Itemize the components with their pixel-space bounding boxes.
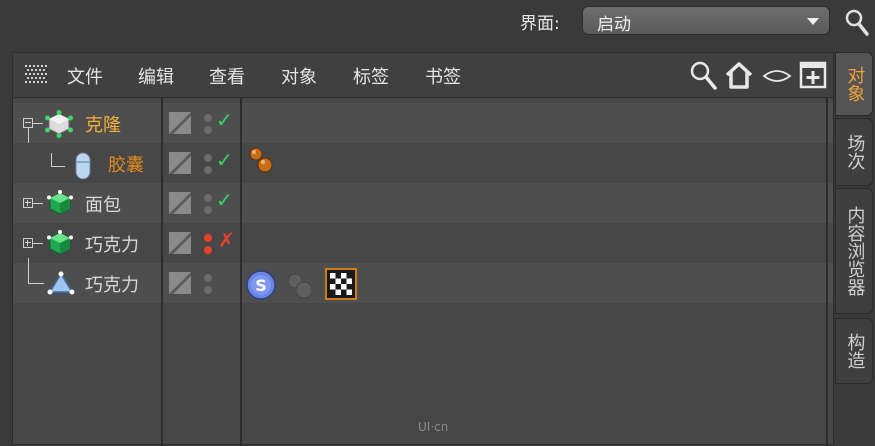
- editor-visibility-dot[interactable]: [204, 154, 212, 162]
- new-window-icon[interactable]: [797, 59, 829, 91]
- tab-objects[interactable]: 对象: [835, 52, 873, 116]
- side-tab-bar: 对象 场次 内容浏览器 构造: [835, 52, 875, 445]
- layout-dropdown[interactable]: 启动: [582, 6, 830, 35]
- particle-tag-icon[interactable]: [284, 271, 314, 301]
- chevron-down-icon: [807, 18, 819, 25]
- object-name[interactable]: 巧克力: [85, 231, 139, 257]
- watermark: UI·cn: [418, 420, 449, 434]
- texture-tag-icon[interactable]: [325, 268, 357, 300]
- disabled-cross-icon[interactable]: ✗: [218, 228, 235, 252]
- object-name[interactable]: 克隆: [85, 111, 121, 137]
- render-visibility-dot[interactable]: [204, 166, 212, 174]
- object-list: 克隆 胶囊 面包 巧克力 巧克力 ✓ ✓ ✓ ✗ S: [13, 98, 833, 446]
- tab-label: 场次: [844, 134, 866, 170]
- editor-visibility-dot[interactable]: [204, 274, 212, 282]
- menu-bookmarks[interactable]: 书签: [425, 63, 461, 89]
- layout-value: 启动: [597, 15, 631, 35]
- menu-edit[interactable]: 编辑: [138, 63, 174, 89]
- collapse-toggle-icon[interactable]: [23, 118, 33, 128]
- tab-takes[interactable]: 场次: [835, 118, 873, 186]
- layer-icon[interactable]: [169, 192, 191, 214]
- tab-content-browser[interactable]: 内容浏览器: [835, 188, 873, 314]
- tab-label: 内容浏览器: [844, 206, 866, 296]
- tab-label: 构造: [844, 333, 866, 369]
- layer-icon[interactable]: [169, 272, 191, 294]
- menu-bar: 文件 编辑 查看 对象 标签 书签: [13, 53, 833, 98]
- layer-icon[interactable]: [169, 232, 191, 254]
- enabled-check-icon[interactable]: ✓: [216, 108, 233, 132]
- object-cube-icon: [47, 190, 73, 215]
- search-icon[interactable]: [687, 59, 719, 91]
- enabled-check-icon[interactable]: ✓: [216, 148, 233, 172]
- object-name[interactable]: 胶囊: [108, 151, 144, 177]
- layer-icon[interactable]: [169, 112, 191, 134]
- enabled-check-icon[interactable]: ✓: [216, 188, 233, 212]
- search-icon[interactable]: [844, 7, 870, 37]
- editor-visibility-dot[interactable]: [204, 114, 212, 122]
- menu-file[interactable]: 文件: [67, 63, 103, 89]
- cloner-icon: [45, 110, 73, 138]
- editor-visibility-dot[interactable]: [204, 194, 212, 202]
- capsule-icon: [75, 152, 91, 180]
- render-visibility-dot[interactable]: [204, 206, 212, 214]
- home-icon[interactable]: [723, 59, 755, 91]
- layer-icon[interactable]: [169, 152, 191, 174]
- grip-icon[interactable]: [25, 65, 49, 85]
- material-tag-icon[interactable]: [246, 145, 276, 175]
- name-column: 克隆 胶囊 面包 巧克力 巧克力: [13, 98, 163, 446]
- menu-view[interactable]: 查看: [209, 63, 245, 89]
- object-name[interactable]: 巧克力: [85, 271, 139, 297]
- expand-toggle-icon[interactable]: [23, 198, 33, 208]
- render-visibility-dot[interactable]: [204, 286, 212, 294]
- flags-column: ✓ ✓ ✓ ✗: [163, 98, 242, 446]
- layout-label: 界面:: [520, 14, 560, 34]
- tags-column: S: [242, 98, 828, 446]
- render-visibility-dot[interactable]: [204, 246, 212, 254]
- render-visibility-dot[interactable]: [204, 126, 212, 134]
- object-name[interactable]: 面包: [85, 191, 121, 217]
- tab-structure[interactable]: 构造: [835, 318, 873, 384]
- tab-label: 对象: [844, 66, 866, 102]
- object-cube-icon: [47, 230, 73, 255]
- object-manager-panel: 文件 编辑 查看 对象 标签 书签 克隆 胶囊 面包 巧克力 巧克力 ✓ ✓ ✓…: [12, 52, 834, 446]
- expand-toggle-icon[interactable]: [23, 238, 33, 248]
- menu-tags[interactable]: 标签: [353, 63, 389, 89]
- menu-objects[interactable]: 对象: [281, 63, 317, 89]
- emitter-icon: [47, 271, 75, 295]
- top-bar: 界面: 启动: [0, 0, 875, 46]
- eye-icon[interactable]: [761, 59, 793, 91]
- sticky-tag-label: S: [255, 276, 267, 295]
- sticky-tag-icon[interactable]: S: [245, 269, 277, 301]
- editor-visibility-dot[interactable]: [204, 234, 212, 242]
